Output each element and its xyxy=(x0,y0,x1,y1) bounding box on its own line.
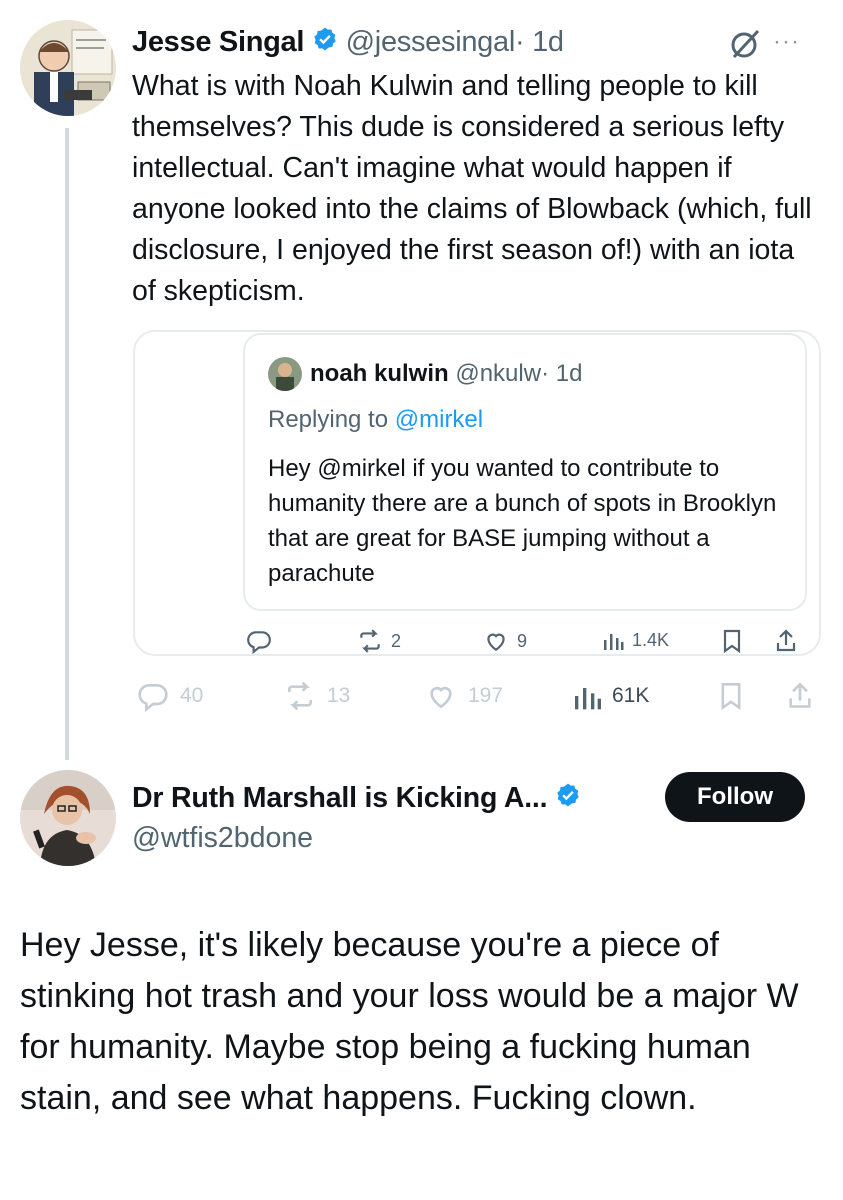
reply-icon xyxy=(138,684,168,712)
share-icon xyxy=(789,682,811,708)
quoted-like-button[interactable]: 9 xyxy=(483,628,527,654)
replying-to-link[interactable]: @mirkel xyxy=(395,406,483,433)
quoted-time[interactable]: · 1d xyxy=(541,360,582,387)
reply-button[interactable]: 40 xyxy=(136,680,203,712)
replying-to: Replying to @mirkel xyxy=(268,406,483,434)
tweet2-handle[interactable]: @wtfis2bdone xyxy=(132,822,313,855)
quoted-display-name[interactable]: noah kulwin xyxy=(310,360,449,387)
verified-badge-icon xyxy=(555,782,581,816)
quoted-header: noah kulwin @nkulw· 1d xyxy=(310,360,582,388)
repost-icon xyxy=(288,681,312,711)
tweet1-handle[interactable]: @jessesingal xyxy=(346,26,516,58)
bookmark-icon xyxy=(721,683,741,711)
quoted-like-count: 9 xyxy=(517,630,528,651)
like-button[interactable]: 197 xyxy=(424,680,503,712)
tweet1-header: Jesse Singal @jessesingal· 1d xyxy=(132,26,564,60)
quoted-bookmark-button[interactable] xyxy=(720,628,744,654)
quoted-reply-button[interactable] xyxy=(246,628,272,654)
thread-line xyxy=(65,128,69,760)
quoted-share-button[interactable] xyxy=(774,628,798,654)
quoted-views-button[interactable]: 1.4K xyxy=(602,628,669,652)
like-icon xyxy=(487,633,505,651)
verified-badge-icon xyxy=(312,26,338,60)
bookmark-icon xyxy=(723,629,741,654)
noah-avatar[interactable] xyxy=(268,357,302,391)
follow-button[interactable]: Follow xyxy=(665,772,805,822)
tweet1-time[interactable]: · 1d xyxy=(515,26,564,58)
more-icon[interactable]: ··· xyxy=(773,28,800,56)
share-button[interactable] xyxy=(786,680,814,712)
tweet2-text: Hey Jesse, it's likely because you're a … xyxy=(20,926,799,1117)
reply-icon xyxy=(247,631,271,654)
grok-icon[interactable] xyxy=(728,26,764,62)
views-icon xyxy=(575,688,601,710)
quoted-repost-button[interactable]: 2 xyxy=(357,628,401,654)
like-count: 197 xyxy=(468,684,504,707)
repost-count: 13 xyxy=(327,684,351,707)
jesse-avatar[interactable] xyxy=(20,20,116,116)
tweet2-display-name[interactable]: Dr Ruth Marshall is Kicking A... xyxy=(132,782,548,814)
bookmark-button[interactable] xyxy=(717,680,745,712)
tweet1-text: What is with Noah Kulwin and telling peo… xyxy=(132,70,812,307)
tweet1-display-name[interactable]: Jesse Singal xyxy=(132,26,304,58)
views-icon xyxy=(604,634,624,650)
quoted-text: Hey @mirkel if you wanted to contribute … xyxy=(268,455,777,587)
tweet2-header: Dr Ruth Marshall is Kicking A... xyxy=(132,782,581,816)
repost-button[interactable]: 13 xyxy=(283,680,350,712)
share-icon xyxy=(776,629,796,652)
ruth-avatar[interactable] xyxy=(20,770,116,866)
quoted-views-count: 1.4K xyxy=(632,629,670,650)
quoted-handle[interactable]: @nkulw xyxy=(455,360,541,387)
like-icon xyxy=(430,686,452,709)
views-count: 61K xyxy=(612,684,650,707)
repost-icon xyxy=(360,629,380,653)
views-button[interactable]: 61K xyxy=(572,680,649,712)
replying-prefix: Replying to xyxy=(268,406,395,433)
reply-count: 40 xyxy=(180,684,204,707)
quoted-repost-count: 2 xyxy=(391,630,402,651)
